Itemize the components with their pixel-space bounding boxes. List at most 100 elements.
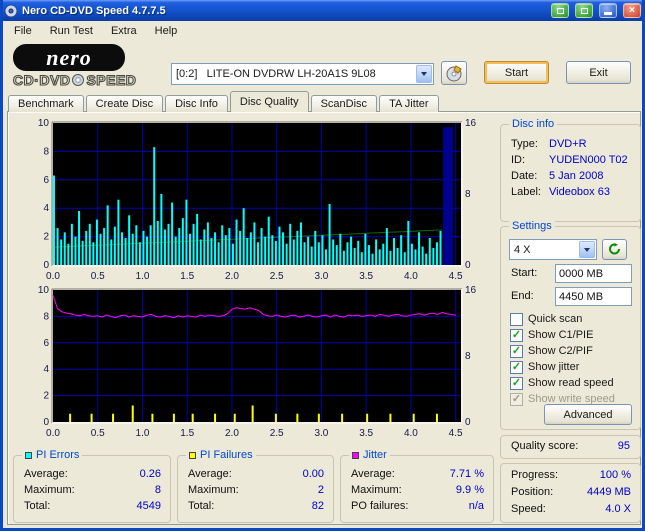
svg-text:2.5: 2.5	[270, 428, 284, 438]
disc-info-title: Disc info	[509, 118, 558, 130]
titlebar[interactable]: Nero CD-DVD Speed 4.7.7.5 ×	[3, 0, 642, 21]
svg-text:1.5: 1.5	[180, 271, 194, 281]
disc-id-value: YUDEN000 T02	[549, 154, 628, 166]
checkbox-label: Show jitter	[528, 361, 580, 373]
jitter-color-icon	[352, 451, 359, 459]
nero-skin-icon-2	[580, 7, 588, 14]
start-position-label: Start:	[511, 267, 538, 279]
checkbox-show-read-speed[interactable]: ✓ Show read speed	[510, 375, 637, 391]
minimize-button[interactable]	[599, 3, 617, 18]
scan-speed-select[interactable]: 4 X	[509, 239, 597, 260]
tab-disc-quality[interactable]: Disc Quality	[229, 91, 309, 112]
empty-checkbox-icon	[510, 312, 523, 326]
svg-text:3.0: 3.0	[314, 271, 328, 281]
pi-failures-title: PI Failures	[200, 449, 253, 461]
tab-ta-jitter[interactable]: TA Jitter	[379, 95, 439, 112]
checkbox-show-c1-pie[interactable]: ✓ Show C1/PIE	[510, 327, 637, 343]
svg-text:1.5: 1.5	[180, 428, 194, 438]
svg-text:4.5: 4.5	[449, 428, 463, 438]
jitter-average-value: 7.71 %	[449, 468, 484, 480]
svg-text:1.0: 1.0	[136, 271, 150, 281]
disc-type-label: Type:	[511, 138, 538, 150]
menu-extra[interactable]: Extra	[102, 23, 146, 39]
svg-text:6: 6	[43, 338, 49, 349]
pie-total-value: 4549	[136, 500, 161, 512]
exit-button[interactable]: Exit	[566, 61, 631, 84]
start-position-input[interactable]	[555, 264, 632, 283]
po-failures-label: PO failures:	[351, 500, 409, 512]
checkmark-icon: ✓	[510, 392, 523, 406]
tab-create-disc[interactable]: Create Disc	[85, 95, 164, 112]
start-button[interactable]: Start	[484, 61, 549, 84]
svg-text:8: 8	[465, 189, 471, 200]
pif-total-value: 82	[311, 500, 324, 512]
svg-text:6: 6	[43, 175, 49, 186]
end-position-input[interactable]	[555, 287, 632, 306]
pi-errors-title: PI Errors	[36, 449, 80, 461]
svg-text:2: 2	[43, 391, 49, 402]
svg-text:2.0: 2.0	[225, 271, 239, 281]
svg-text:3.5: 3.5	[359, 428, 373, 438]
pif-total-label: Total:	[188, 500, 215, 512]
close-button[interactable]: ×	[623, 3, 641, 18]
pie-maximum-value: 8	[154, 484, 161, 496]
drive-dropdown-button[interactable]	[416, 65, 432, 83]
svg-text:10: 10	[38, 119, 50, 129]
checkbox-quick-scan[interactable]: Quick scan	[510, 311, 637, 327]
titlebar-green-button-2[interactable]	[575, 3, 593, 18]
checkbox-show-jitter[interactable]: ✓ Show jitter	[510, 359, 637, 375]
svg-text:0: 0	[43, 260, 49, 271]
nero-logo-wordmark: nero	[13, 44, 125, 71]
speed-label: Speed:	[511, 503, 546, 515]
pif-maximum-value: 2	[317, 484, 324, 496]
svg-text:4: 4	[43, 203, 49, 214]
jitter-average-label: Average:	[351, 468, 395, 480]
svg-text:4.0: 4.0	[404, 271, 418, 281]
advanced-button[interactable]: Advanced	[544, 404, 632, 425]
end-position-label: End:	[511, 290, 534, 302]
window-title: Nero CD-DVD Speed 4.7.7.5	[22, 4, 166, 17]
pi-failures-group: PI Failures Average: 0.00 Maximum: 2 Total…	[177, 449, 334, 523]
po-failures-value: n/a	[468, 500, 484, 512]
menu-file[interactable]: File	[5, 23, 41, 39]
menu-run-test[interactable]: Run Test	[41, 23, 102, 39]
pi-failures-color-icon	[189, 451, 196, 459]
pi-errors-chart: 108642016800.0 0.5 1.0 1.5 2.0 2.5 3.0 3.5 4.0 4.…	[38, 119, 477, 281]
menu-help[interactable]: Help	[146, 23, 187, 39]
refresh-button[interactable]	[602, 239, 627, 260]
pie-total-label: Total:	[24, 500, 51, 512]
drive-select[interactable]: [0:2] LITE-ON DVDRW LH-20A1S 9L08	[171, 63, 434, 85]
settings-checkbox-list: Quick scan ✓ Show C1/PIE ✓ Show C2/PIF ✓ Show …	[510, 311, 637, 407]
disc-info-group: Disc info Type: DVD+R ID: YUDEN000 T02 D…	[500, 118, 641, 222]
disc-date-value: 5 Jan 2008	[549, 170, 604, 182]
app-window: Nero CD-DVD Speed 4.7.7.5 × File Run Tes…	[0, 0, 645, 531]
tab-disc-info[interactable]: Disc Info	[165, 95, 228, 112]
svg-text:2.0: 2.0	[225, 428, 239, 438]
logo-speed-text: SPEED	[86, 71, 137, 88]
svg-text:0.0: 0.0	[46, 428, 60, 438]
speed-value: 4.0 X	[605, 503, 631, 515]
checkbox-label: Show C1/PIE	[528, 329, 594, 341]
titlebar-green-button-1[interactable]	[551, 3, 569, 18]
pie-maximum-label: Maximum:	[24, 484, 75, 496]
nero-logo: nero CD·DVD SPEED	[12, 44, 165, 89]
quality-score-label: Quality score:	[511, 440, 579, 452]
pie-average-value: 0.26	[139, 468, 161, 480]
settings-group: Settings 4 X Start: End: Quick scan ✓ Show…	[500, 220, 641, 430]
scan-speed-value: 4 X	[514, 243, 531, 256]
tab-bar: Benchmark Create Disc Disc Info Disc Qua…	[8, 91, 441, 112]
refresh-icon	[609, 243, 620, 255]
checkbox-show-c2-pif[interactable]: ✓ Show C2/PIF	[510, 343, 637, 359]
jitter-group: Jitter Average: 7.71 % Maximum: 9.9 % PO f…	[340, 449, 494, 523]
svg-text:1.0: 1.0	[136, 428, 150, 438]
tab-scandisc[interactable]: ScanDisc	[310, 95, 378, 112]
scan-speed-dropdown-button[interactable]	[579, 241, 595, 258]
svg-text:0.5: 0.5	[91, 271, 105, 281]
svg-text:2: 2	[43, 232, 49, 243]
svg-text:8: 8	[43, 146, 49, 157]
burn-button[interactable]	[441, 61, 467, 85]
svg-text:4.0: 4.0	[404, 428, 418, 438]
jitter-chart: 108642016800.0 0.5 1.0 1.5 2.0 2.5 3.0 3.5 4.0 4.…	[38, 286, 477, 438]
svg-text:4: 4	[43, 364, 49, 375]
tab-benchmark[interactable]: Benchmark	[8, 95, 84, 112]
